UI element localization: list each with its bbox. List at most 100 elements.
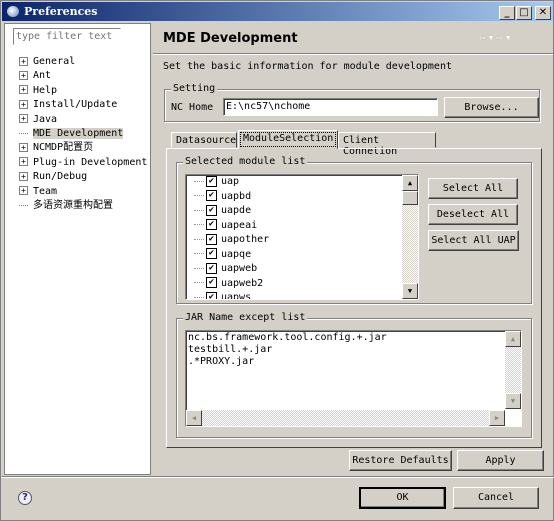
module-item[interactable]: ✔ uapother <box>194 233 269 248</box>
tree-item[interactable]: + NCMDP配置页 <box>19 141 93 155</box>
back-menu-icon[interactable]: ▾ <box>488 31 497 44</box>
tree-item[interactable]: + General <box>19 55 75 69</box>
expand-icon[interactable]: + <box>19 56 28 66</box>
tree-item-label: General <box>33 56 76 67</box>
expand-icon[interactable]: + <box>19 142 28 152</box>
nc-home-input[interactable]: E:\nc57\nchome <box>223 98 438 116</box>
expand-icon[interactable]: + <box>19 114 28 124</box>
scroll-up-button[interactable]: ▲ <box>402 175 418 191</box>
cancel-button[interactable]: Cancel <box>453 487 539 509</box>
module-item[interactable]: ✔ uapws <box>194 291 252 300</box>
browse-button[interactable]: Browse... <box>444 97 539 118</box>
title-separator <box>153 53 553 55</box>
jar-vertical-scrollbar[interactable]: ▲ ▼ <box>505 331 521 409</box>
close-button[interactable]: ✕ <box>535 6 551 20</box>
tree-item-label: Ant <box>33 70 52 82</box>
checkbox-checked-icon[interactable]: ✔ <box>206 248 217 259</box>
tree-item[interactable]: + Run/Debug <box>19 170 87 184</box>
module-list[interactable]: ✔ uap ✔ uapbd ✔ uapde ✔ uapeai ✔ uapother ✔ uapqe ✔ u… <box>185 174 419 300</box>
tree-item[interactable]: + Java <box>19 113 57 127</box>
maximize-button[interactable]: □ <box>516 6 532 20</box>
tree-line <box>19 127 28 134</box>
window-title: Preferences <box>24 5 98 18</box>
tree-item-label: Install/Update <box>33 99 118 111</box>
module-label: uapeai <box>221 219 258 231</box>
tree-item[interactable]: + Plug-in Development <box>19 156 147 170</box>
forward-icon[interactable]: ⇨ <box>496 31 505 44</box>
module-item[interactable]: ✔ uapeai <box>194 219 257 234</box>
filter-input[interactable] <box>13 28 121 45</box>
sidebar: + General + Ant + Help + Install/Update + Java MDE… <box>4 23 151 475</box>
module-label: uapws <box>221 292 252 300</box>
tab-client-connetion[interactable]: Client Connetion <box>338 132 436 157</box>
jar-scroll-up[interactable]: ▲ <box>505 331 521 347</box>
preferences-window: Preferences _ □ ✕ + General + Ant + Help + Inst… <box>0 0 554 521</box>
module-label: uapweb <box>221 263 258 274</box>
tree-item-label: Java <box>33 113 58 125</box>
tree-item[interactable]: + Help <box>19 84 57 98</box>
checkbox-checked-icon[interactable]: ✔ <box>206 219 217 230</box>
module-label: uap <box>221 176 240 187</box>
select-all-button[interactable]: Select All <box>428 178 518 199</box>
tree-item[interactable]: MDE Development <box>19 127 124 141</box>
module-label: uapother <box>221 234 270 245</box>
tree-item-label: Plug-in Development <box>33 156 148 168</box>
expand-icon[interactable]: + <box>19 171 28 181</box>
tree-item-label: Run/Debug <box>33 171 88 183</box>
module-item[interactable]: ✔ uapweb <box>194 262 257 277</box>
back-icon[interactable]: ⇦ <box>479 31 488 44</box>
tab-datasource[interactable]: Datasource <box>171 132 237 148</box>
jar-line: .*PROXY.jar <box>188 356 255 367</box>
expand-icon[interactable]: + <box>19 70 28 80</box>
jar-scroll-left[interactable]: ◀ <box>186 410 202 426</box>
tree-item-label: MDE Development <box>33 128 124 139</box>
tree-item[interactable]: + Install/Update <box>19 98 117 112</box>
expand-icon[interactable]: + <box>19 157 28 167</box>
tree-item[interactable]: + Team <box>19 185 57 199</box>
tab-moduleselection[interactable]: ModuleSelection <box>238 130 338 149</box>
jar-line: testbill.+.jar <box>188 344 273 355</box>
minimize-button[interactable]: _ <box>499 6 515 20</box>
apply-button[interactable]: Apply <box>457 450 544 471</box>
setting-group-label: Setting <box>171 83 218 94</box>
deselect-all-button[interactable]: Deselect All <box>428 204 518 225</box>
module-item[interactable]: ✔ uapweb2 <box>194 277 263 292</box>
setting-group: Setting NC Home E:\nc57\nchome Browse... <box>164 83 540 122</box>
jar-scroll-right[interactable]: ▶ <box>489 410 505 426</box>
tree-item[interactable]: + Ant <box>19 69 51 83</box>
app-icon <box>7 6 19 17</box>
ok-button[interactable]: OK <box>359 487 446 509</box>
expand-icon[interactable]: + <box>19 186 28 196</box>
page-title: MDE Development <box>163 31 298 46</box>
checkbox-checked-icon[interactable]: ✔ <box>206 291 217 299</box>
checkbox-checked-icon[interactable]: ✔ <box>206 233 217 245</box>
expand-icon[interactable]: + <box>19 85 28 95</box>
title-bar[interactable]: Preferences _ □ ✕ <box>2 2 553 21</box>
tree-item-label: Help <box>33 84 58 96</box>
help-icon[interactable]: ? <box>18 491 32 505</box>
restore-defaults-button[interactable]: Restore Defaults <box>349 450 452 471</box>
checkbox-checked-icon[interactable]: ✔ <box>206 262 217 274</box>
checkbox-checked-icon[interactable]: ✔ <box>206 204 217 216</box>
tree-line <box>19 199 28 206</box>
scroll-down-button[interactable]: ▼ <box>402 283 418 299</box>
jar-line: nc.bs.framework.tool.config.+.jar <box>188 332 387 343</box>
checkbox-checked-icon[interactable]: ✔ <box>206 277 217 288</box>
select-all-uap-button[interactable]: Select All UAP <box>428 230 519 251</box>
checkbox-checked-icon[interactable]: ✔ <box>206 190 217 201</box>
jar-scroll-down[interactable]: ▼ <box>505 393 521 409</box>
module-item[interactable]: ✔ uap <box>194 175 239 190</box>
scroll-thumb[interactable] <box>402 191 418 205</box>
module-label: uapde <box>221 205 252 216</box>
module-item[interactable]: ✔ uapbd <box>194 190 251 205</box>
jar-horizontal-scrollbar[interactable]: ◀ ▶ <box>186 410 505 426</box>
expand-icon[interactable]: + <box>19 99 28 109</box>
module-item[interactable]: ✔ uapde <box>194 204 251 219</box>
forward-menu-icon[interactable]: ▾ <box>505 31 514 44</box>
tab-panel: Selected module list ✔ uap ✔ uapbd ✔ uapde ✔ ua… <box>166 148 542 448</box>
tree-item[interactable]: 多语资源重构配置 <box>19 199 113 213</box>
module-list-scrollbar[interactable]: ▲ ▼ <box>402 175 418 299</box>
jar-except-textarea[interactable]: nc.bs.framework.tool.config.+.jar testbil… <box>185 330 522 427</box>
checkbox-checked-icon[interactable]: ✔ <box>206 175 217 187</box>
module-item[interactable]: ✔ uapqe <box>194 248 251 263</box>
